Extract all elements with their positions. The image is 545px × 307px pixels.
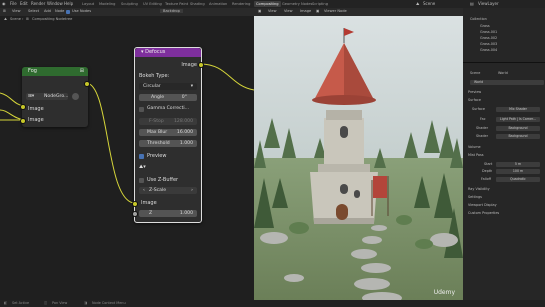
threshold-field[interactable]: Threshold 1.000 — [139, 140, 197, 147]
shader2-label: Shader — [476, 134, 489, 138]
viewer-node-name[interactable]: Viewer Node — [324, 9, 347, 13]
viewer-menu-view-2[interactable]: View — [284, 9, 293, 13]
mist-falloff-label: Falloff — [481, 177, 492, 181]
fog-input-1: Image — [28, 106, 44, 112]
shader1-field[interactable]: Background — [496, 126, 540, 131]
custom-properties-panel[interactable]: Custom Properties — [468, 211, 499, 215]
mist-depth-field[interactable]: 100 m — [496, 169, 540, 174]
fac-label: Fac — [480, 117, 486, 121]
scene-selector-icon[interactable]: ⛰ — [416, 1, 419, 6]
outliner-item[interactable]: Grass — [480, 24, 490, 29]
volume-panel[interactable]: Volume — [468, 145, 481, 149]
preview-panel[interactable]: Preview — [468, 90, 481, 94]
fstop-field[interactable]: F-Stop 128.000 — [139, 118, 197, 125]
node-group-icon: ⊞ — [79, 68, 84, 74]
node-links — [0, 63, 254, 204]
shader1-label: Shader — [476, 126, 489, 130]
link-fog-out — [85, 82, 135, 204]
mist-start-label: Start — [484, 162, 493, 166]
image-icon: ▣ — [316, 9, 320, 13]
use-zbuffer-checkbox[interactable] — [139, 178, 144, 183]
preview-label: Preview — [147, 153, 167, 159]
z-input-field[interactable]: Z 1.000 — [139, 210, 197, 217]
defocus-node-header[interactable]: ▾ Defocus — [135, 48, 201, 57]
castle-render-image — [254, 8, 463, 300]
viewer-menu-image[interactable]: Image — [300, 9, 311, 13]
tab-scripting[interactable]: Scripting — [310, 1, 330, 7]
fac-field[interactable]: Light Path | Is Camer... — [496, 117, 540, 122]
bokeh-type-label: Bokeh Type: — [139, 73, 170, 79]
angle-field[interactable]: Angle 0° — [139, 94, 197, 101]
gamma-correction-label: Gamma Correcti... — [147, 106, 190, 111]
status-set-active: Set Active — [12, 301, 30, 305]
fog-output-socket[interactable] — [84, 81, 90, 87]
outliner-item[interactable]: Grass.004 — [480, 48, 497, 53]
mist-pass-panel[interactable]: Mist Pass — [468, 153, 484, 157]
compositor-backdrop-viewer[interactable]: Udemy — [254, 8, 463, 300]
preview-checkbox[interactable] — [139, 154, 144, 159]
outliner-collection[interactable]: Collection — [470, 17, 487, 22]
scene-name[interactable]: Scene — [423, 1, 435, 6]
mist-falloff-dropdown[interactable]: Quadratic — [496, 177, 540, 182]
node-group-selector[interactable]: ⊞▾ NodeGro... — [26, 93, 68, 100]
viewer-header: ▣ View View Image ▣ Viewer Node — [254, 8, 463, 16]
image-editor-icon[interactable]: ▣ — [258, 9, 261, 13]
mouse-right-icon: ◨ — [84, 301, 88, 305]
shield-icon[interactable] — [72, 93, 79, 100]
fog-input-socket-2[interactable] — [20, 118, 26, 124]
defocus-z-input-socket[interactable] — [132, 211, 138, 217]
zscale-field[interactable]: ‹ Z-Scale › — [139, 187, 197, 194]
bokeh-type-dropdown[interactable]: Circular ▾ — [139, 83, 197, 90]
defocus-image-input-label: Image — [141, 200, 157, 206]
use-zbuffer-label: Use Z-Buffer — [147, 177, 179, 183]
mouse-left-icon: ◧ — [4, 301, 8, 305]
shader2-field[interactable]: Background — [496, 134, 540, 139]
surface-label: Surface — [472, 107, 485, 111]
world-selector[interactable]: World — [470, 80, 544, 85]
dropdown-arrow-icon: ▾ — [190, 84, 193, 89]
props-scene-label: Scene — [470, 71, 481, 75]
view-layer-icon[interactable]: ▤ — [470, 1, 474, 6]
defocus-output-label: Image — [181, 62, 197, 68]
tab-compositing[interactable]: Compositing — [254, 1, 281, 7]
max-blur-field[interactable]: Max Blur 16.000 — [139, 129, 197, 136]
scene-selector-icon[interactable]: ⛰▾ — [139, 164, 146, 170]
outliner-item[interactable]: Grass.002 — [480, 36, 497, 41]
fog-input-socket-1[interactable] — [20, 104, 26, 110]
status-node-context-menu: Node Context Menu — [92, 301, 126, 305]
panel-divider — [463, 62, 545, 63]
mist-start-field[interactable]: 5 m — [496, 162, 540, 167]
defocus-image-input-socket[interactable] — [132, 201, 138, 207]
outliner-item[interactable]: Grass.003 — [480, 42, 497, 47]
settings-panel[interactable]: Settings — [468, 195, 482, 199]
outliner-item[interactable]: Grass.001 — [480, 30, 497, 35]
defocus-node[interactable]: ▾ Defocus Image Bokeh Type: Circular ▾ A… — [134, 47, 202, 223]
viewport-display-panel[interactable]: Viewport Display — [468, 203, 497, 207]
mouse-middle-icon: ◫ — [44, 301, 48, 305]
chevron-left-icon: ‹ — [143, 188, 145, 193]
udemy-watermark: Udemy — [433, 289, 455, 296]
node-group-icon-small: ⊞▾ — [28, 94, 35, 99]
status-pan-view: Pan View — [52, 301, 68, 305]
ray-visibility-panel[interactable]: Ray Visibility — [468, 187, 490, 191]
chevron-right-icon: › — [191, 188, 193, 193]
fog-node[interactable]: Fog ⊞ ⊞▾ NodeGro... Image Image — [22, 67, 88, 127]
link-defocus-out — [199, 63, 254, 91]
fog-node-header[interactable]: Fog — [22, 67, 88, 76]
defocus-output-socket[interactable] — [198, 62, 204, 68]
fog-input-2: Image — [28, 117, 44, 123]
view-layer-name[interactable]: ViewLayer — [478, 1, 499, 6]
mist-depth-label: Depth — [482, 169, 493, 173]
props-world-label: World — [498, 71, 508, 75]
surface-shader-field[interactable]: Mix Shader — [496, 107, 540, 112]
status-bar: ◧ Set Active ◫ Pan View ◨ Node Context M… — [0, 300, 545, 307]
viewer-menu-view[interactable]: View — [268, 9, 277, 13]
gamma-correction-checkbox[interactable] — [139, 107, 144, 112]
surface-panel[interactable]: Surface — [468, 98, 481, 102]
